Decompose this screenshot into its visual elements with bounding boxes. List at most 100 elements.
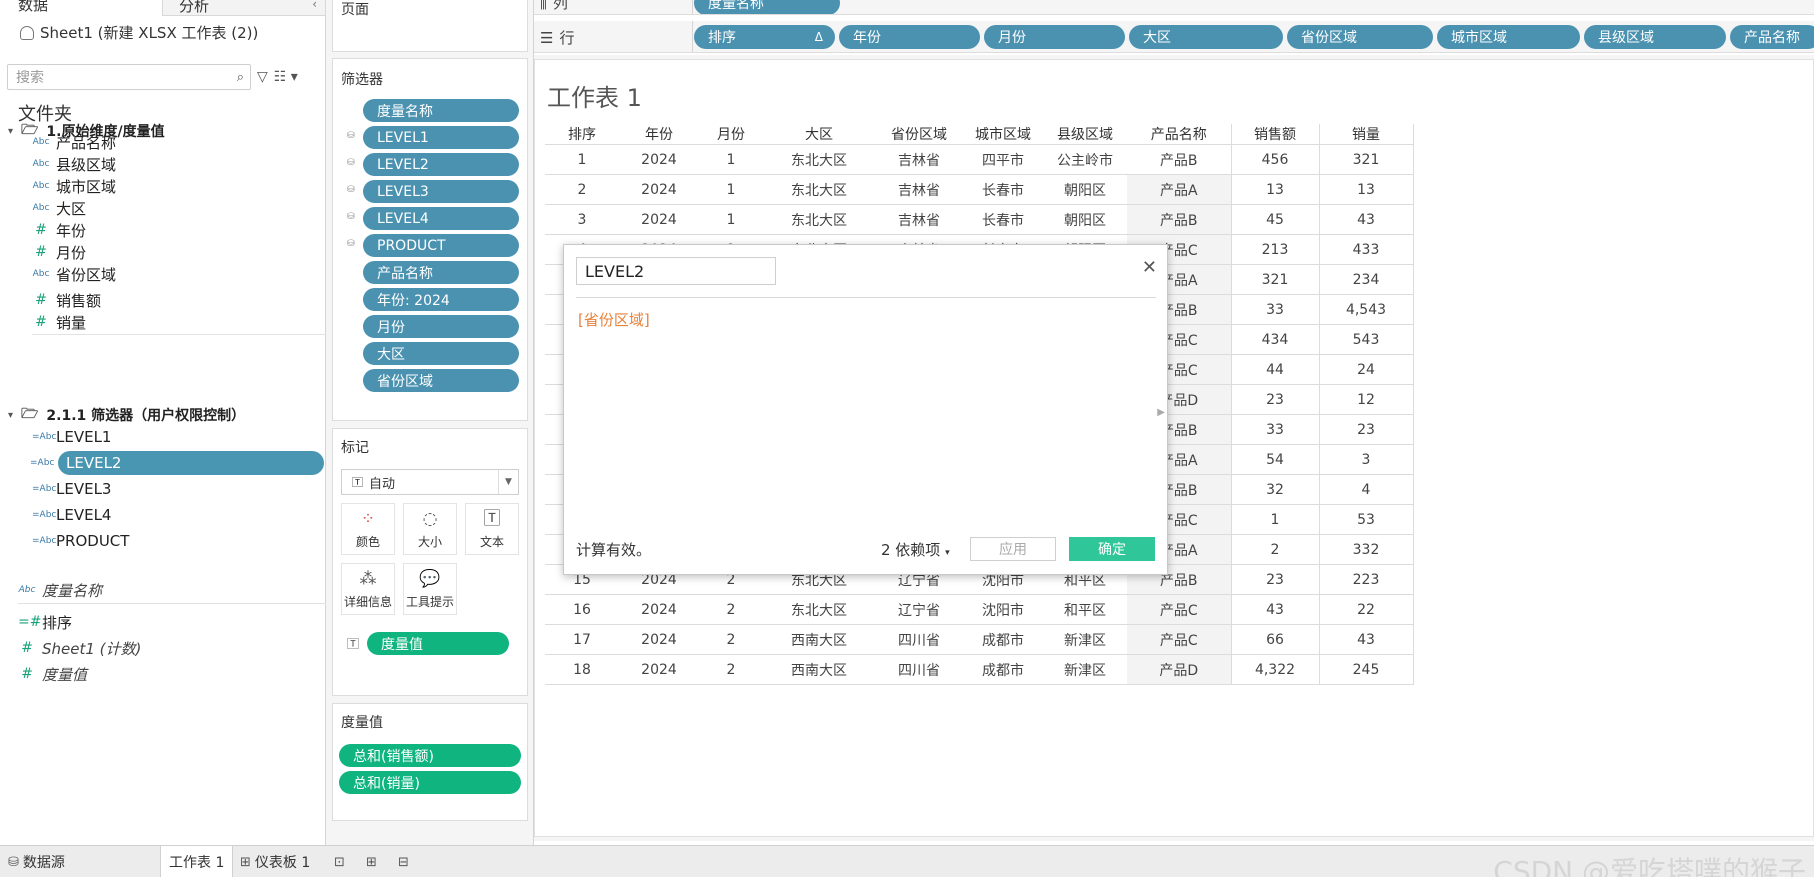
- measure-pill-volume[interactable]: 总和(销量): [339, 771, 521, 794]
- chevron-down-icon: ▾: [945, 548, 950, 558]
- columns-shelf[interactable]: ⫼ 列 度量名称: [534, 0, 1814, 15]
- ok-button[interactable]: 确定: [1069, 537, 1155, 561]
- tab-analysis[interactable]: 分析 ‹: [162, 0, 326, 16]
- folder-group-filters[interactable]: ▾ 🗁 2.1.1 筛选器（用户权限控制）: [8, 403, 245, 427]
- calc-field-item[interactable]: =Abc PRODUCT: [32, 529, 322, 553]
- color-icon: ⁘: [360, 508, 376, 529]
- field-item[interactable]: # Sheet1 (计数): [18, 636, 308, 660]
- measure-pill-sales[interactable]: 总和(销售额): [339, 744, 521, 767]
- field-item[interactable]: Abc 县级区域: [32, 152, 322, 176]
- rows-pill[interactable]: 县级区域: [1584, 25, 1726, 49]
- expand-icon[interactable]: ▾: [8, 126, 13, 137]
- column-header[interactable]: 产品名称: [1127, 124, 1232, 145]
- text-button[interactable]: 🅃 文本: [465, 503, 519, 555]
- tab-dashboard-1[interactable]: ⊞ 仪表板 1: [232, 846, 318, 877]
- column-header[interactable]: 销售额: [1231, 124, 1320, 145]
- column-header[interactable]: 县级区域: [1043, 124, 1127, 145]
- detail-button[interactable]: ⁂ 详细信息: [341, 563, 395, 615]
- calc-field-item[interactable]: =Abc LEVEL4: [32, 503, 322, 527]
- filter-pill[interactable]: 度量名称: [363, 99, 519, 122]
- rows-shelf[interactable]: ☰ 行 排序 Δ 年份 月份 大区 省份区域 城市区域 县级区域 产品名称: [534, 21, 1814, 53]
- calc-name-input[interactable]: LEVEL2: [576, 257, 776, 285]
- field-item[interactable]: =# 排序: [18, 610, 308, 634]
- apply-button[interactable]: 应用: [970, 537, 1056, 561]
- columns-icon: ⫼: [540, 0, 547, 12]
- column-header[interactable]: 城市区域: [963, 124, 1043, 145]
- field-item[interactable]: # 月份: [32, 240, 322, 264]
- field-label: 年份: [56, 221, 87, 240]
- tab-datasource[interactable]: ⛁ 数据源: [0, 846, 73, 877]
- rows-pill[interactable]: 城市区域: [1437, 25, 1580, 49]
- close-icon[interactable]: ✕: [1142, 257, 1157, 278]
- calc-field-item[interactable]: =Abc LEVEL3: [32, 477, 322, 501]
- filter-pill[interactable]: PRODUCT: [363, 234, 519, 257]
- column-header[interactable]: 大区: [763, 124, 875, 145]
- field-item[interactable]: # 年份: [32, 218, 322, 242]
- table-cell: 和平区: [1043, 594, 1127, 625]
- column-header[interactable]: 排序: [545, 124, 619, 145]
- column-header[interactable]: 年份: [619, 124, 699, 145]
- column-header[interactable]: 月份: [699, 124, 763, 145]
- table-cell: 新津区: [1043, 624, 1127, 655]
- color-button[interactable]: ⁘ 颜色: [341, 503, 395, 555]
- filter-pill[interactable]: 省份区域: [363, 369, 519, 392]
- mark-type-select[interactable]: 🅃 自动 ▼: [341, 469, 519, 495]
- filter-pill[interactable]: 月份: [363, 315, 519, 338]
- field-item[interactable]: Abc 省份区域: [32, 262, 322, 286]
- dependencies-dropdown[interactable]: 2 依赖项 ▾: [881, 539, 950, 560]
- table-cell: 2: [1231, 534, 1320, 565]
- filter-pill[interactable]: LEVEL1: [363, 126, 519, 149]
- filter-pill[interactable]: 年份: 2024: [363, 288, 519, 311]
- filter-pill[interactable]: LEVEL3: [363, 180, 519, 203]
- filter-pill[interactable]: LEVEL4: [363, 207, 519, 230]
- tab-worksheet-1[interactable]: 工作表 1: [160, 846, 234, 877]
- filter-pill[interactable]: LEVEL2: [363, 153, 519, 176]
- columns-pill-measure-names[interactable]: 度量名称: [694, 0, 840, 14]
- field-item[interactable]: Abc 大区: [32, 196, 322, 220]
- field-item[interactable]: # 销售额: [32, 288, 322, 312]
- datasource-item[interactable]: Sheet1 (新建 XLSX 工作表 (2)): [20, 22, 258, 43]
- calc-field-item[interactable]: =Abc LEVEL2: [30, 451, 324, 475]
- size-button[interactable]: ◌ 大小: [403, 503, 457, 555]
- column-header[interactable]: 销量: [1319, 124, 1414, 145]
- field-item[interactable]: # 销量: [32, 310, 322, 334]
- rows-pill[interactable]: 月份: [984, 25, 1125, 49]
- new-worksheet-button[interactable]: ⊡: [326, 846, 353, 877]
- filter-icon[interactable]: ▽: [257, 69, 268, 85]
- marks-measure-pill[interactable]: 度量值: [367, 632, 509, 655]
- calc-field-item[interactable]: =Abc LEVEL1: [32, 425, 322, 449]
- table-cell: 433: [1319, 234, 1414, 265]
- view-options-icon[interactable]: ☷ ▾: [274, 69, 298, 85]
- filter-pill[interactable]: 产品名称: [363, 261, 519, 284]
- chevron-down-icon[interactable]: ▼: [498, 470, 518, 494]
- collapse-icon[interactable]: ‹: [312, 0, 317, 11]
- calc-formula-editor[interactable]: [省份区域]: [578, 309, 650, 330]
- column-header[interactable]: 省份区域: [875, 124, 963, 145]
- rows-pill[interactable]: 产品名称: [1730, 25, 1814, 49]
- field-item[interactable]: Abc 产品名称: [32, 130, 322, 154]
- field-item[interactable]: Abc 度量名称: [18, 578, 308, 602]
- filter-pill[interactable]: 大区: [363, 342, 519, 365]
- table-cell: 西南大区: [763, 654, 875, 685]
- search-input[interactable]: 搜索 ⌕: [7, 64, 251, 90]
- rows-pill[interactable]: 排序 Δ: [694, 25, 835, 49]
- table-cell: 321: [1319, 144, 1414, 175]
- rows-pill-label: 县级区域: [1598, 30, 1654, 46]
- field-item[interactable]: Abc 城市区域: [32, 174, 322, 198]
- tooltip-button[interactable]: 💬 工具提示: [403, 563, 457, 615]
- field-item[interactable]: # 度量值: [18, 662, 308, 686]
- new-story-button[interactable]: ⊟: [390, 846, 417, 877]
- field-label: 月份: [56, 243, 87, 262]
- rows-pill[interactable]: 年份: [839, 25, 980, 49]
- expand-icon[interactable]: ▾: [8, 410, 13, 421]
- table-cell: 3: [545, 204, 619, 235]
- pages-card[interactable]: 页面: [332, 0, 528, 52]
- rows-label-wrap: ☰ 行: [540, 27, 574, 48]
- new-dashboard-button[interactable]: ⊞: [358, 846, 385, 877]
- expand-arrow-icon[interactable]: ▶: [1157, 407, 1165, 418]
- shelf-divider: [692, 0, 693, 14]
- rows-pill[interactable]: 大区: [1129, 25, 1283, 49]
- rows-pill[interactable]: 省份区域: [1287, 25, 1433, 49]
- tab-data[interactable]: 数据: [0, 0, 160, 16]
- filters-card[interactable]: 筛选器 度量名称 ⛁ LEVEL1 ⛁ LEVEL2 ⛁ LEVEL3 ⛁ LEVEL4 ⛁ PRO…: [332, 58, 528, 421]
